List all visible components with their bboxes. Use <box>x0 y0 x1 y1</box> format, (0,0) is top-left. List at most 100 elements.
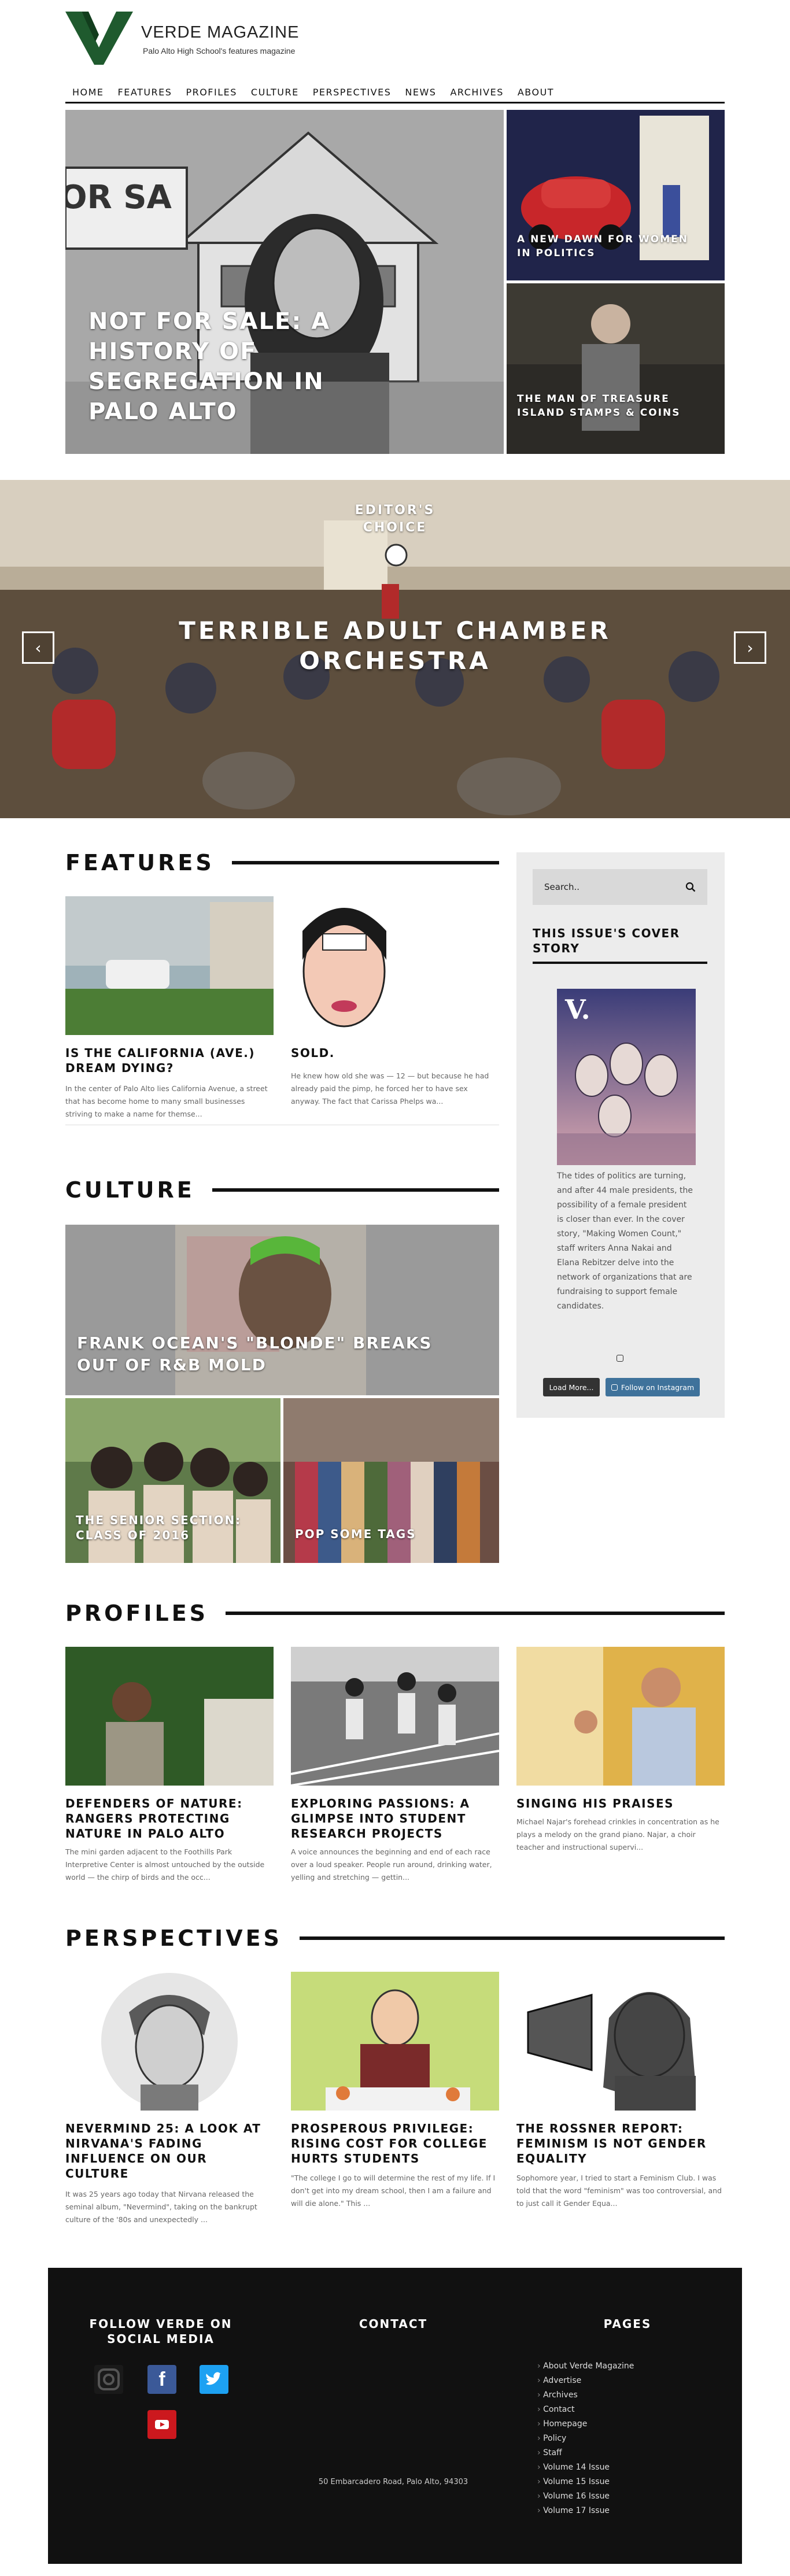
verde-logo-icon[interactable] <box>65 12 133 65</box>
profiles-heading-text[interactable]: PROFILES <box>65 1601 208 1626</box>
feature-2-image[interactable] <box>291 896 398 1035</box>
culture-main-story[interactable]: FRANK OCEAN'S "BLONDE" BREAKS OUT OF R&B… <box>65 1225 499 1395</box>
profiles-heading: PROFILES <box>65 1601 725 1626</box>
feature-1-image[interactable] <box>65 896 274 1035</box>
culture-heading-text[interactable]: CULTURE <box>65 1177 195 1203</box>
footer-link-advertise[interactable]: Advertise <box>537 2374 634 2388</box>
load-more-button[interactable]: Load More... <box>543 1378 600 1396</box>
footer-link-volume-15[interactable]: Volume 15 Issue <box>537 2475 634 2489</box>
footer-link-policy[interactable]: Policy <box>537 2431 634 2446</box>
profile-1-title[interactable]: DEFENDERS OF NATURE: RANGERS PROTECTING … <box>65 1796 274 1841</box>
nav-news[interactable]: NEWS <box>405 87 436 98</box>
cover-story-rule <box>533 962 707 964</box>
nav-home[interactable]: HOME <box>72 87 104 98</box>
culture-heading-rule <box>212 1188 499 1192</box>
prosperous-privilege-illustration <box>291 1972 499 2111</box>
nav-culture[interactable]: CULTURE <box>251 87 299 98</box>
choir-teacher-photo <box>516 1647 725 1786</box>
hero-side-top-title[interactable]: A NEW DAWN FOR WOMEN IN POLITICS <box>517 232 691 260</box>
cover-story-heading: THIS ISSUE'S COVER STORY <box>533 926 680 955</box>
perspective-2-image[interactable] <box>291 1972 499 2111</box>
editors-choice-slider[interactable]: EDITOR'S CHOICE TERRIBLE ADULT CHAMBER O… <box>0 480 790 818</box>
hero-main-story[interactable]: OR SA NOT FOR SALE: A HISTORY OF SEGREGA… <box>65 110 504 454</box>
megaphone-illustration <box>516 1972 725 2111</box>
footer-follow-heading: FOLLOW VERDE ON SOCIAL MEDIA <box>89 2317 232 2346</box>
perspective-1-excerpt: It was 25 years ago today that Nirvana r… <box>65 2190 257 2224</box>
facebook-icon[interactable]: f <box>147 2365 176 2394</box>
perspective-1-title[interactable]: NEVERMIND 25: A LOOK AT NIRVANA'S FADING… <box>65 2121 274 2181</box>
perspectives-heading-text[interactable]: PERSPECTIVES <box>65 1925 282 1951</box>
perspective-1-image[interactable] <box>65 1972 274 2111</box>
follow-instagram-label: Follow on Instagram <box>621 1383 695 1392</box>
culture-right-story[interactable]: POP SOME TAGS <box>283 1398 499 1563</box>
profile-2-title[interactable]: EXPLORING PASSIONS: A GLIMPSE INTO STUDE… <box>291 1796 499 1841</box>
nav-archives[interactable]: ARCHIVES <box>450 87 503 98</box>
instagram-icon[interactable] <box>94 2365 123 2394</box>
hero-side-bottom-title[interactable]: THE MAN OF TREASURE ISLAND STAMPS & COIN… <box>517 392 708 420</box>
youtube-icon[interactable] <box>147 2410 176 2439</box>
perspective-3-title[interactable]: THE ROSSNER REPORT: FEMINISM IS NOT GEND… <box>516 2121 725 2166</box>
slider-prev-button[interactable]: ‹ <box>22 631 54 664</box>
footer-link-volume-16[interactable]: Volume 16 Issue <box>537 2489 634 2504</box>
search-input[interactable]: Search.. <box>544 882 579 892</box>
footer-pages-list: About Verde Magazine Advertise Archives … <box>537 2359 634 2518</box>
features-heading-rule <box>231 861 499 864</box>
profile-1-image[interactable] <box>65 1647 274 1786</box>
instagram-small-icon[interactable] <box>617 1355 623 1362</box>
nav-about[interactable]: ABOUT <box>518 87 554 98</box>
twitter-icon[interactable] <box>200 2365 228 2394</box>
nav-profiles[interactable]: PROFILES <box>186 87 237 98</box>
footer-link-homepage[interactable]: Homepage <box>537 2417 634 2431</box>
hero-side-top-story[interactable]: A NEW DAWN FOR WOMEN IN POLITICS <box>507 110 725 280</box>
brand-tagline: Palo Alto High School's features magazin… <box>143 46 296 56</box>
magazine-cover-illustration: V. <box>557 989 696 1165</box>
search-box[interactable]: Search.. <box>533 869 707 905</box>
feature-1-title[interactable]: IS THE CALIFORNIA (AVE.) DREAM DYING? <box>65 1045 274 1076</box>
culture-right-title[interactable]: POP SOME TAGS <box>295 1527 486 1542</box>
perspectives-heading: PERSPECTIVES <box>65 1925 725 1951</box>
footer-link-contact[interactable]: Contact <box>537 2403 634 2417</box>
brand-name[interactable]: VERDE MAGAZINE <box>141 23 299 42</box>
search-icon[interactable] <box>685 882 696 892</box>
profile-2-image[interactable] <box>291 1647 499 1786</box>
editors-choice-title[interactable]: TERRIBLE ADULT CHAMBER ORCHESTRA <box>0 616 790 676</box>
svg-text:OR SA: OR SA <box>65 179 172 216</box>
culture-heading: CULTURE <box>65 1177 499 1203</box>
profiles-heading-rule <box>226 1612 725 1615</box>
page: VERDE MAGAZINE Palo Alto High School's f… <box>0 0 790 2576</box>
nirvana-illustration <box>65 1972 274 2111</box>
editors-choice-label-line2: CHOICE <box>363 520 427 535</box>
footer-link-volume-17[interactable]: Volume 17 Issue <box>537 2504 634 2518</box>
features-heading: FEATURES <box>65 850 499 875</box>
footer-contact-heading: CONTACT <box>359 2317 428 2331</box>
footer-link-volume-14[interactable]: Volume 14 Issue <box>537 2460 634 2475</box>
follow-instagram-button[interactable]: Follow on Instagram <box>606 1378 700 1396</box>
feature-2-excerpt: He knew how old she was — 12 — but becau… <box>291 1071 489 1106</box>
footer-address: 50 Embarcadero Road, Palo Alto, 94303 <box>318 2478 468 2486</box>
profile-2-excerpt: A voice announces the beginning and end … <box>291 1847 492 1882</box>
slider-next-button[interactable]: › <box>734 631 766 664</box>
perspective-2-title[interactable]: PROSPEROUS PRIVILEGE: RISING COST FOR CO… <box>291 2121 499 2166</box>
profile-3-image[interactable] <box>516 1647 725 1786</box>
feature-2-title[interactable]: SOLD. <box>291 1045 499 1060</box>
california-ave-photo <box>65 896 274 1035</box>
cover-image[interactable]: V. <box>557 989 696 1165</box>
culture-left-title[interactable]: THE SENIOR SECTION: CLASS OF 2016 <box>76 1513 267 1543</box>
editors-choice-title-line2: ORCHESTRA <box>299 646 491 675</box>
nav-features[interactable]: FEATURES <box>118 87 172 98</box>
footer-link-staff[interactable]: Staff <box>537 2446 634 2460</box>
nav-perspectives[interactable]: PERSPECTIVES <box>313 87 392 98</box>
hero-main-title[interactable]: NOT FOR SALE: A HISTORY OF SEGREGATION I… <box>88 306 389 427</box>
culture-left-story[interactable]: THE SENIOR SECTION: CLASS OF 2016 <box>65 1398 280 1563</box>
profile-3-title[interactable]: SINGING HIS PRAISES <box>516 1796 725 1811</box>
footer-link-about[interactable]: About Verde Magazine <box>537 2359 634 2374</box>
features-heading-text[interactable]: FEATURES <box>65 850 215 875</box>
perspective-3-image[interactable] <box>516 1972 725 2111</box>
editors-choice-label: EDITOR'S CHOICE <box>0 502 790 537</box>
footer-pages-heading: PAGES <box>603 2317 652 2331</box>
profile-3-excerpt: Michael Najar's forehead crinkles in con… <box>516 1817 719 1851</box>
main-nav: HOME FEATURES PROFILES CULTURE PERSPECTI… <box>65 83 725 104</box>
footer-link-archives[interactable]: Archives <box>537 2388 634 2403</box>
hero-side-bottom-story[interactable]: THE MAN OF TREASURE ISLAND STAMPS & COIN… <box>507 283 725 454</box>
culture-main-title[interactable]: FRANK OCEAN'S "BLONDE" BREAKS OUT OF R&B… <box>77 1332 470 1376</box>
